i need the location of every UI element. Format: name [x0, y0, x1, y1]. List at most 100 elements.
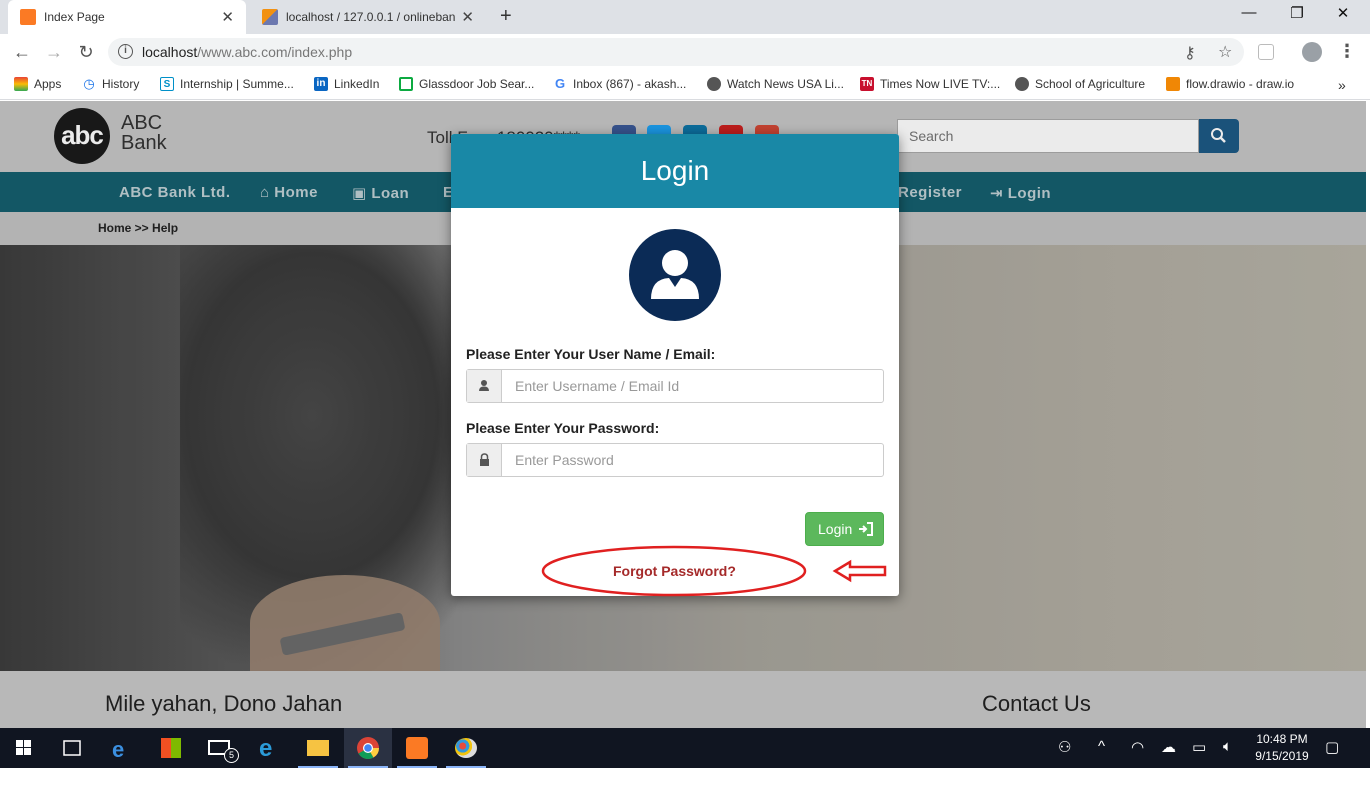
tab-index-page[interactable]: Index Page ✕: [8, 0, 246, 34]
system-clock[interactable]: 10:48 PM 9/15/2019: [1244, 731, 1320, 765]
bookmark-history[interactable]: ◷ History: [82, 76, 140, 92]
tab-title: Index Page: [44, 10, 105, 24]
google-icon: G: [554, 76, 566, 91]
clock-time: 10:48 PM: [1256, 732, 1308, 746]
user-addon: [467, 370, 502, 402]
bookmark-label: Glassdoor Job Sear...: [419, 77, 535, 91]
timesnow-icon: TN: [860, 77, 874, 91]
login-button[interactable]: Login: [805, 512, 884, 546]
bookmarks-bar: Apps ◷ History S Internship | Summe... i…: [0, 70, 1370, 100]
store-icon: [161, 738, 181, 758]
linkedin-icon: in: [314, 77, 328, 91]
bookmark-star-icon[interactable]: ☆: [1218, 42, 1232, 62]
url-text[interactable]: localhost/www.abc.com/index.php: [142, 44, 352, 60]
login-button-label: Login: [818, 521, 853, 537]
bookmark-school[interactable]: School of Agriculture: [1015, 77, 1145, 91]
taskbar-ie[interactable]: e: [245, 728, 293, 768]
bookmark-label: LinkedIn: [334, 77, 380, 91]
profile-avatar-icon[interactable]: [1302, 42, 1322, 62]
close-tab-icon[interactable]: ✕: [221, 8, 234, 26]
wifi-icon[interactable]: ◠: [1131, 738, 1144, 756]
password-input-group: [466, 443, 884, 477]
start-button[interactable]: [0, 728, 48, 768]
minimize-icon[interactable]: —: [1226, 4, 1272, 21]
password-label: Please Enter Your Password:: [466, 420, 660, 436]
annotation-arrow: [832, 559, 887, 583]
bookmarks-overflow-button[interactable]: »: [1338, 77, 1346, 93]
battery-icon[interactable]: ▭: [1192, 738, 1206, 756]
taskbar-edge[interactable]: e: [98, 728, 146, 768]
bookmark-linkedin[interactable]: in LinkedIn: [314, 77, 379, 91]
folder-icon: [307, 740, 329, 756]
new-tab-button[interactable]: +: [500, 5, 512, 28]
red-annotation: [541, 545, 887, 597]
site-info-icon[interactable]: i: [118, 44, 133, 59]
taskbar-store[interactable]: [147, 728, 195, 768]
windows-taskbar: e 5 e ⚇ ^ ◠ ☁ ▭ 🔈︎ 10:48 PM 9/15/2019 ▢: [0, 728, 1370, 768]
bookmark-internship[interactable]: S Internship | Summe...: [160, 77, 294, 91]
globe-icon: [707, 77, 721, 91]
history-icon: ◷: [83, 76, 95, 91]
browser-menu-icon[interactable]: ⋮: [1338, 41, 1356, 62]
back-icon[interactable]: ←: [10, 40, 34, 64]
taskbar-chrome[interactable]: [344, 728, 392, 768]
username-label: Please Enter Your User Name / Email:: [466, 346, 716, 362]
taskbar-file-explorer[interactable]: [294, 728, 342, 768]
url-host: localhost: [142, 44, 198, 60]
onedrive-icon[interactable]: ☁: [1161, 738, 1176, 756]
username-input-group: [466, 369, 884, 403]
taskbar-paint[interactable]: [442, 728, 490, 768]
bookmark-drawio[interactable]: flow.drawio - draw.io: [1166, 77, 1294, 91]
restore-icon[interactable]: ❐: [1274, 4, 1320, 22]
lock-icon: [480, 453, 489, 466]
bookmark-label: History: [102, 77, 140, 91]
browser-tab-strip: Index Page ✕ localhost / 127.0.0.1 / onl…: [0, 0, 1370, 34]
tab-title: localhost / 127.0.0.1 / onlinebank: [286, 10, 456, 24]
internshala-icon: S: [160, 77, 174, 91]
browser-toolbar: ← → ↻ i localhost/www.abc.com/index.php …: [0, 34, 1370, 70]
bookmark-label: Watch News USA Li...: [727, 77, 844, 91]
screen-bottom-strip: [0, 768, 1370, 792]
bookmark-watch-news[interactable]: Watch News USA Li...: [707, 77, 844, 91]
close-window-icon[interactable]: ✕: [1320, 4, 1366, 22]
annotation-ellipse: [541, 545, 807, 597]
tab-phpmyadmin[interactable]: localhost / 127.0.0.1 / onlinebank ✕: [250, 0, 486, 34]
show-hidden-icons-icon[interactable]: ^: [1098, 738, 1105, 755]
bookmark-label: Apps: [34, 77, 62, 91]
username-input[interactable]: [503, 370, 883, 402]
lock-addon: [467, 444, 502, 476]
bookmark-label: Times Now LIVE TV:...: [880, 77, 1001, 91]
modal-title: Login: [451, 134, 899, 208]
user-avatar-icon: [629, 229, 721, 321]
password-input[interactable]: [503, 444, 883, 476]
bookmark-inbox[interactable]: G Inbox (867) - akash...: [553, 76, 687, 92]
close-tab-icon[interactable]: ✕: [461, 8, 474, 26]
taskbar-mail[interactable]: 5: [196, 728, 244, 768]
bookmark-times-now[interactable]: TN Times Now LIVE TV:...: [860, 77, 1000, 91]
taskbar-xampp[interactable]: [393, 728, 441, 768]
bookmark-label: Inbox (867) - akash...: [573, 77, 687, 91]
bookmark-apps[interactable]: Apps: [14, 77, 61, 91]
action-center-icon[interactable]: ▢: [1325, 738, 1339, 756]
bookmark-label: flow.drawio - draw.io: [1186, 77, 1295, 91]
sign-in-icon: [859, 522, 874, 536]
apps-grid-icon: [14, 77, 28, 91]
volume-icon[interactable]: 🔈︎: [1223, 738, 1232, 755]
login-modal: Login Please Enter Your User Name / Emai…: [451, 134, 899, 596]
bookmark-glassdoor[interactable]: Glassdoor Job Sear...: [399, 77, 534, 91]
bookmark-label: School of Agriculture: [1035, 77, 1146, 91]
key-icon[interactable]: ⚷: [1184, 43, 1196, 63]
chrome-icon: [357, 737, 379, 759]
xampp-icon: [406, 737, 428, 759]
globe-icon: [1015, 77, 1029, 91]
edge-icon: e: [112, 737, 125, 762]
extension-icon[interactable]: [1258, 44, 1274, 60]
forward-icon[interactable]: →: [42, 40, 66, 64]
reload-icon[interactable]: ↻: [74, 40, 98, 64]
phpmyadmin-favicon-icon: [262, 9, 278, 25]
xampp-favicon-icon: [20, 9, 36, 25]
people-icon[interactable]: ⚇: [1058, 738, 1071, 756]
task-view-button[interactable]: [48, 728, 96, 768]
address-bar[interactable]: i localhost/www.abc.com/index.php ⚷ ☆: [108, 38, 1244, 66]
windows-logo-icon: [16, 740, 31, 755]
